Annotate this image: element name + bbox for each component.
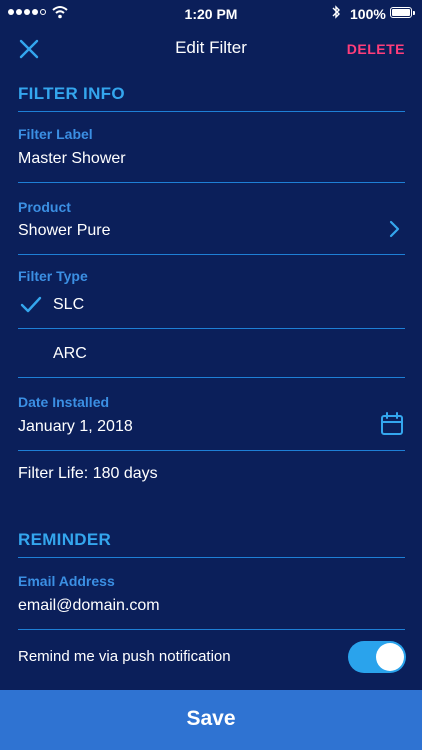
checkmark-icon — [20, 296, 42, 313]
battery-icon — [390, 7, 415, 18]
status-bar: 1:20 PM 100% — [0, 0, 422, 28]
bluetooth-icon — [332, 5, 340, 19]
date-installed-label: Date Installed — [18, 394, 110, 410]
filter-type-option-slc[interactable]: SLC — [53, 296, 84, 314]
email-field[interactable]: email@domain.com — [18, 597, 160, 615]
divider — [18, 450, 405, 451]
push-notification-toggle[interactable] — [348, 641, 406, 673]
divider — [18, 254, 405, 255]
divider — [18, 629, 405, 630]
date-installed-field[interactable]: January 1, 2018 — [18, 418, 133, 436]
filter-label-label: Filter Label — [18, 126, 93, 142]
battery-percentage: 100% — [350, 6, 386, 22]
product-label: Product — [18, 199, 71, 215]
toggle-knob — [376, 643, 404, 671]
filter-type-label: Filter Type — [18, 268, 88, 284]
filter-life-text: Filter Life: 180 days — [18, 465, 158, 482]
divider — [18, 557, 405, 558]
push-notification-label: Remind me via push notification — [18, 648, 231, 665]
delete-button[interactable]: DELETE — [347, 41, 405, 57]
divider — [18, 377, 405, 378]
divider — [18, 182, 405, 183]
save-button-label: Save — [186, 707, 236, 730]
product-field[interactable]: Shower Pure — [18, 222, 111, 240]
email-address-label: Email Address — [18, 573, 115, 589]
save-button[interactable]: Save — [0, 690, 422, 750]
divider — [18, 328, 405, 329]
nav-bar: Edit Filter DELETE — [0, 28, 422, 68]
section-title-filter-info: FILTER INFO — [18, 84, 125, 103]
chevron-right-icon[interactable] — [388, 220, 400, 238]
divider — [18, 111, 405, 112]
section-title-reminder: REMINDER — [18, 530, 112, 549]
filter-type-option-arc[interactable]: ARC — [53, 345, 87, 363]
filter-label-field[interactable]: Master Shower — [18, 150, 126, 168]
calendar-icon[interactable] — [380, 412, 404, 436]
